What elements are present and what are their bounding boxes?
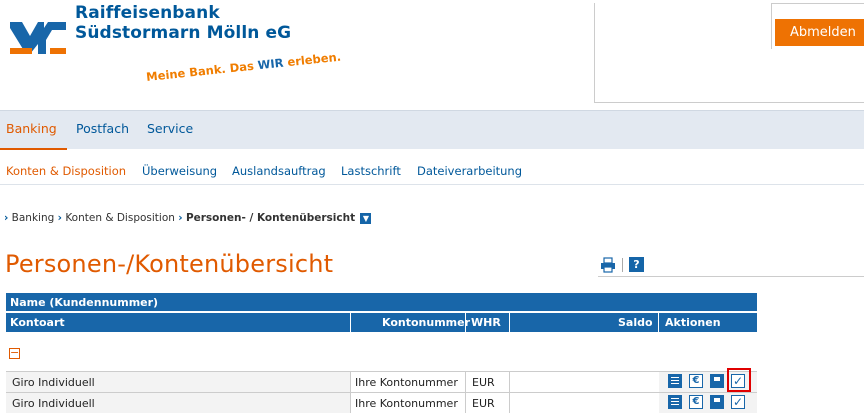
cell-box: Ihre Kontonummer — [350, 393, 466, 413]
col-whr: WHR — [471, 316, 501, 329]
header-name-label: Name (Kundennummer) — [10, 296, 159, 309]
nav-postfach[interactable]: Postfach — [76, 121, 129, 136]
table-row: Giro Individuell Ihre Kontonummer EUR € … — [6, 392, 757, 413]
slogan-part: erleben. — [282, 49, 342, 70]
cell-box: Ihre Kontonummer — [350, 372, 466, 392]
breadcrumb: › Banking › Konten & Disposition › Perso… — [4, 212, 372, 224]
chevron-right-icon: › — [57, 212, 62, 224]
logout-button[interactable]: Abmelden — [775, 19, 864, 46]
save-icon[interactable] — [710, 374, 724, 388]
bank-name-line2: Südstormarn Mölln eG — [75, 23, 292, 43]
breadcrumb-konten[interactable]: Konten & Disposition — [65, 212, 175, 224]
cell-whr: EUR — [472, 376, 495, 389]
print-icon[interactable] — [600, 257, 616, 273]
divider — [509, 313, 510, 332]
slogan-wir: WIR — [257, 55, 285, 73]
col-kontoart: Kontoart — [10, 316, 65, 329]
umsaetze-icon[interactable] — [668, 374, 682, 388]
divider — [658, 313, 659, 332]
nav-banking[interactable]: Banking — [6, 121, 57, 136]
cell-box: EUR — [465, 372, 510, 392]
table-column-headers: Kontoart Kontonummer WHR Saldo Aktionen — [6, 312, 757, 332]
divider — [350, 313, 351, 332]
table-row: Giro Individuell Ihre Kontonummer EUR € … — [6, 371, 757, 392]
divider — [465, 313, 466, 332]
chevron-right-icon: › — [4, 212, 9, 224]
breadcrumb-current: Personen- / Kontenübersicht — [185, 212, 356, 224]
subnav-auslandsauftrag[interactable]: Auslandsauftrag — [232, 164, 326, 178]
main-navigation: Banking Postfach Service — [0, 110, 864, 150]
bank-slogan: Meine Bank. Das WIR erleben. — [146, 50, 342, 84]
checkmark-icon[interactable]: ✓ — [731, 395, 745, 409]
cell-saldo — [509, 372, 659, 392]
chevron-right-icon: › — [178, 212, 183, 224]
breadcrumb-banking[interactable]: Banking — [12, 212, 55, 224]
subnav-lastschrift[interactable]: Lastschrift — [341, 164, 401, 178]
bank-name-line1: Raiffeisenbank — [75, 3, 220, 23]
col-kontonummer: Kontonummer — [382, 316, 471, 329]
page-tools: ? — [598, 256, 864, 277]
divider — [622, 258, 623, 272]
bank-name: Raiffeisenbank Südstormarn Mölln eG — [75, 3, 291, 43]
cell-saldo — [509, 393, 659, 413]
sub-navigation: Konten & Disposition Überweisung Ausland… — [0, 150, 864, 185]
col-saldo: Saldo — [618, 316, 653, 329]
save-icon[interactable] — [710, 395, 724, 409]
chevron-down-icon[interactable]: ▼ — [360, 212, 372, 224]
page-title: Personen-/Kontenübersicht — [5, 250, 334, 278]
help-icon[interactable]: ? — [629, 257, 644, 272]
highlight-box — [727, 368, 751, 392]
table-header-name: Name (Kundennummer) — [6, 293, 757, 311]
subnav-dateiverarbeitung[interactable]: Dateiverarbeitung — [417, 164, 522, 178]
cell-kontonummer: Ihre Kontonummer — [355, 376, 458, 389]
euro-icon[interactable]: € — [689, 374, 703, 388]
raiffeisen-logo-icon — [8, 14, 68, 56]
slogan-part: Meine Bank. Das — [145, 58, 259, 84]
cell-kontonummer: Ihre Kontonummer — [355, 397, 458, 410]
cell-kontoart: Giro Individuell — [12, 397, 95, 410]
cell-box: EUR — [465, 393, 510, 413]
cell-whr: EUR — [472, 397, 495, 410]
euro-icon[interactable]: € — [689, 395, 703, 409]
cell-kontoart: Giro Individuell — [12, 376, 95, 389]
col-aktionen: Aktionen — [665, 316, 721, 329]
collapse-icon[interactable]: − — [9, 347, 20, 359]
subnav-konten-disposition[interactable]: Konten & Disposition — [6, 164, 126, 178]
nav-service[interactable]: Service — [147, 121, 193, 136]
umsaetze-icon[interactable] — [668, 395, 682, 409]
subnav-ueberweisung[interactable]: Überweisung — [142, 164, 217, 178]
